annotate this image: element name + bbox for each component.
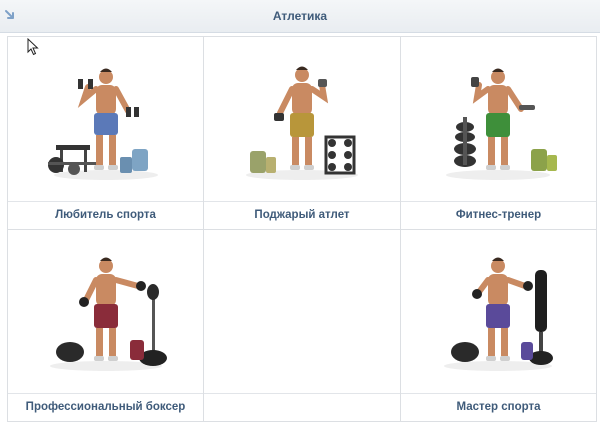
achievement-title: Поджарый атлет [204, 201, 400, 229]
achievement-card-fitness-trainer[interactable]: Фитнес-тренер [401, 37, 596, 230]
weight-plates-icon [454, 117, 476, 167]
dumbbell-rack-icon [324, 135, 356, 175]
page-title: Атлетика [272, 9, 328, 23]
achievement-card-master-of-sport[interactable]: Мастер спорта [401, 230, 596, 421]
achievement-title: Любитель спорта [8, 201, 203, 229]
achievement-card-lean-athlete[interactable]: Поджарый атлет [204, 37, 401, 230]
achievement-card-pro-boxer[interactable]: Профессиональный боксер [8, 230, 204, 421]
achievement-title: Фитнес-тренер [401, 201, 596, 229]
title-bar: Атлетика [0, 0, 600, 33]
empty-slot [204, 230, 400, 394]
achievement-title: Мастер спорта [401, 393, 596, 421]
athlete-illustration [401, 230, 596, 394]
athlete-illustration [401, 37, 596, 202]
achievement-title: Профессиональный боксер [8, 393, 203, 421]
achievement-card-empty [204, 230, 401, 421]
achievement-grid: Любитель спорта Поджарый атлет Фитнес-тр… [7, 36, 597, 422]
achievement-title [204, 393, 400, 421]
athlete-illustration [204, 37, 400, 202]
athlete-illustration [8, 37, 203, 202]
mouse-pointer-icon [27, 38, 39, 56]
achievement-card-sport-lover[interactable]: Любитель спорта [8, 37, 204, 230]
athlete-illustration [8, 230, 203, 394]
achievements-page: Атлетика Любитель спорта Поджарый атлет … [0, 0, 600, 424]
